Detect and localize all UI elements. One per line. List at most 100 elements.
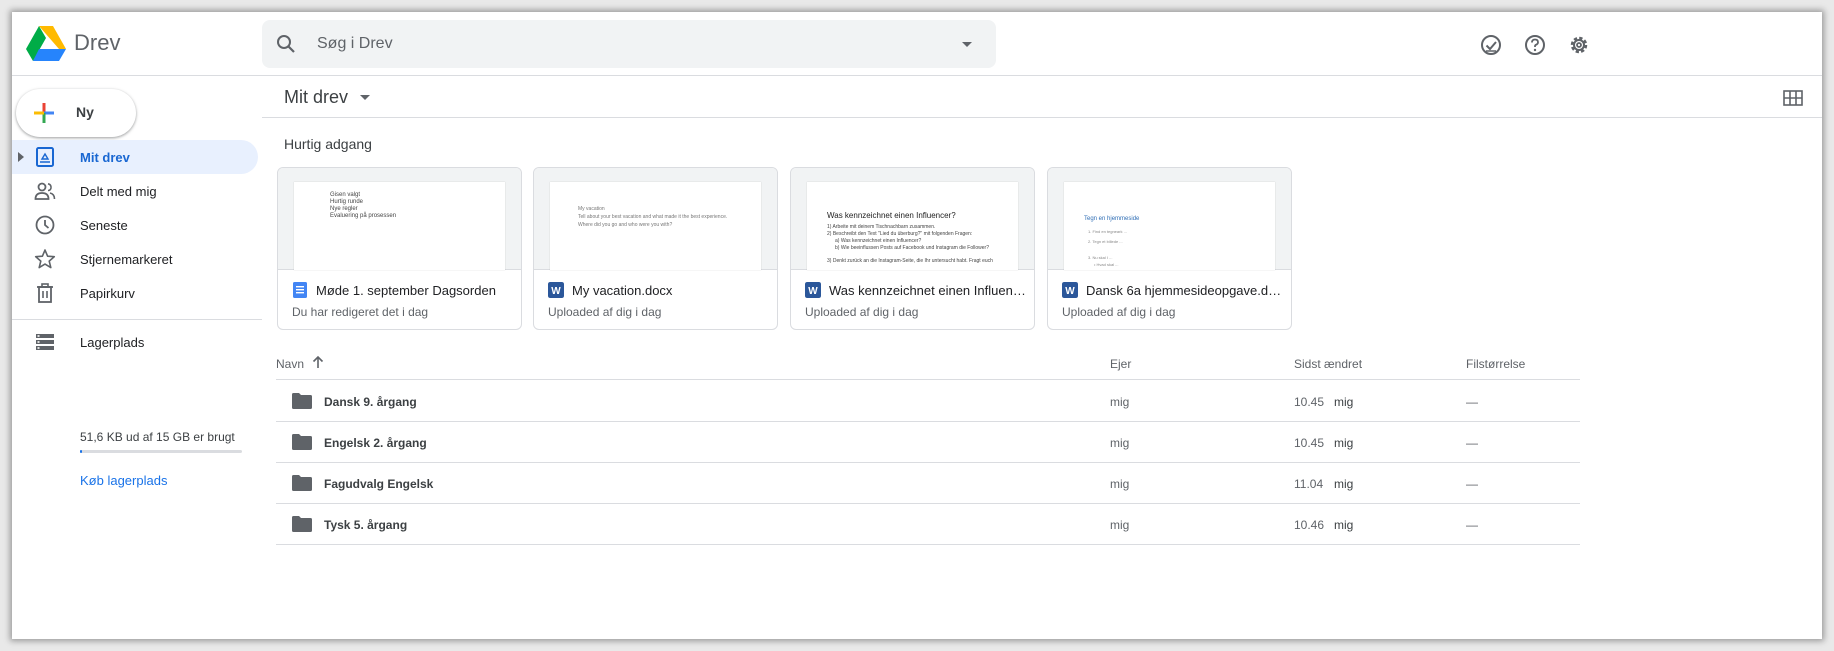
column-size-header[interactable]: Filstørrelse [1466, 357, 1525, 371]
card-thumbnail: Gisen valgt Hurtig runde Nye regler Eval… [278, 168, 521, 270]
column-modified-header[interactable]: Sidst ændret [1294, 357, 1362, 371]
offline-check-icon[interactable] [1478, 32, 1504, 58]
storage-usage-fill [80, 450, 82, 453]
row-modified-time: 10.45 [1294, 395, 1325, 409]
help-icon[interactable] [1522, 32, 1548, 58]
quick-access-card[interactable]: Was kennzeichnet einen Influencer? 1) Ar… [790, 167, 1035, 330]
card-file-name: Dansk 6a hjemmesideopgave.docx [1086, 283, 1286, 298]
card-file-name: Møde 1. september Dagsorden [316, 283, 496, 298]
folder-icon [292, 475, 312, 491]
preview-line: Hurtig runde [330, 199, 364, 205]
chevron-down-icon[interactable] [360, 95, 370, 100]
sort-arrow-up-icon[interactable] [311, 355, 325, 369]
word-doc-icon: W [805, 282, 821, 298]
new-button[interactable]: Ny [16, 89, 136, 137]
row-owner: mig [1110, 395, 1130, 409]
row-modified-time: 10.46 [1294, 518, 1325, 532]
doc-preview: Was kennzeichnet einen Influencer? 1) Ar… [807, 182, 1018, 270]
row-modified-time: 11.04 [1294, 477, 1324, 491]
search-icon[interactable] [274, 32, 298, 56]
card-subtitle: Uploaded af dig i dag [1062, 305, 1176, 319]
card-thumbnail: Tegn en hjemmeside 1. Find en tegneark .… [1048, 168, 1291, 270]
preview-line: 1. Find en tegneark ... [1088, 229, 1127, 234]
card-subtitle: Du har redigeret det i dag [292, 305, 429, 319]
row-name: Fagudvalg Engelsk [324, 477, 434, 491]
row-name: Engelsk 2. årgang [324, 436, 427, 450]
sidebar-item-storage[interactable]: Lagerplads [12, 325, 258, 359]
preview-line: 3. Nu skal I ... [1088, 255, 1113, 260]
sidebar-item-my-drive[interactable]: Mit drev [12, 140, 258, 174]
folder-icon [292, 393, 312, 409]
buy-storage-link[interactable]: Køb lagerplads [80, 473, 167, 488]
page-title[interactable]: Mit drev [284, 87, 348, 108]
preview-line: 2. Tegn et billede ... [1088, 239, 1123, 244]
sidebar-item-label: Seneste [80, 218, 128, 233]
sidebar-item-recent[interactable]: Seneste [12, 208, 258, 242]
card-file-name: Was kennzeichnet einen Influencer.d... [829, 283, 1029, 298]
sidebar-divider [12, 319, 262, 320]
word-doc-icon: W [1062, 282, 1078, 298]
quick-access-card[interactable]: Gisen valgt Hurtig runde Nye regler Eval… [277, 167, 522, 330]
row-owner: mig [1110, 518, 1130, 532]
preview-line: 3) Denkt zurück an die Instagram-Seite, … [827, 258, 993, 264]
storage-usage-text: 51,6 KB ud af 15 GB er brugt [80, 430, 235, 444]
preview-line: Tegn en hjemmeside [1084, 216, 1140, 222]
drive-logo-icon[interactable] [26, 26, 66, 62]
row-size: — [1466, 436, 1478, 450]
sidebar-item-label: Stjernemarkeret [80, 252, 173, 267]
card-thumbnail: Was kennzeichnet einen Influencer? 1) Ar… [791, 168, 1034, 270]
search-input[interactable] [317, 20, 877, 68]
table-row[interactable]: Tysk 5. årgang mig 10.46 mig — [276, 504, 1580, 545]
row-owner: mig [1110, 477, 1130, 491]
search-options-icon[interactable] [955, 32, 979, 56]
search-box[interactable] [262, 20, 996, 68]
drive-window: Drev Søg i Drev Ny Mit drev Delt med mig… [12, 12, 1822, 639]
preview-line: Where did you go and who were you with? [578, 222, 673, 228]
preview-line: Was kennzeichnet einen Influencer? [827, 211, 956, 220]
shared-people-icon [34, 182, 56, 200]
file-list-header: Navn Ejer Sidst ændret Filstørrelse [276, 354, 1580, 380]
breadcrumb: Mit drev [262, 76, 1822, 118]
quick-access-card[interactable]: My vacation Tell about your best vacatio… [533, 167, 778, 330]
sidebar-item-shared[interactable]: Delt med mig [12, 174, 258, 208]
table-row[interactable]: Fagudvalg Engelsk mig 11.04 mig — [276, 463, 1580, 504]
table-row[interactable]: Engelsk 2. årgang mig 10.45 mig — [276, 422, 1580, 463]
expand-arrow-icon[interactable] [18, 152, 24, 162]
new-button-label: Ny [76, 104, 94, 120]
sidebar-item-starred[interactable]: Stjernemarkeret [12, 242, 258, 276]
storage-label: Lagerplads [80, 335, 145, 350]
star-icon [34, 249, 56, 269]
preview-line: a) Was kennzeichnet einen Influencer? [835, 238, 922, 244]
app-name[interactable]: Drev [74, 30, 120, 56]
quick-access-card[interactable]: Tegn en hjemmeside 1. Find en tegneark .… [1047, 167, 1292, 330]
preview-line: Evaluering på prosessen [330, 213, 397, 219]
card-file-name: My vacation.docx [572, 283, 673, 298]
preview-line: Nye regler [330, 206, 358, 212]
table-row[interactable]: Dansk 9. årgang mig 10.45 mig — [276, 381, 1580, 422]
svg-text:W: W [1065, 286, 1075, 297]
folder-icon [292, 516, 312, 532]
card-subtitle: Uploaded af dig i dag [548, 305, 662, 319]
settings-icon[interactable] [1566, 32, 1592, 58]
top-bar: Drev [12, 12, 1822, 76]
storage-icon [36, 334, 54, 350]
sidebar-item-label: Mit drev [80, 150, 130, 165]
row-modified-time: 10.45 [1294, 436, 1325, 450]
sidebar-item-label: Papirkurv [80, 286, 135, 301]
column-name-header[interactable]: Navn [276, 357, 304, 371]
grid-view-icon[interactable] [1782, 87, 1804, 109]
preview-line: • Hvad skal ... [1094, 262, 1119, 267]
word-doc-icon: W [548, 282, 564, 298]
plus-icon [34, 103, 54, 123]
google-doc-icon [293, 282, 307, 298]
preview-line: 1) Arbeite mit deinem Tischnachbarn zusa… [827, 224, 936, 230]
preview-line: 2) Beschreibt den Text "Lied du überburg… [827, 231, 973, 237]
column-owner-header[interactable]: Ejer [1110, 357, 1131, 371]
my-drive-icon [36, 147, 54, 167]
row-size: — [1466, 395, 1478, 409]
preview-line: Tell about your best vacation and what m… [578, 214, 728, 220]
card-thumbnail: My vacation Tell about your best vacatio… [534, 168, 777, 270]
sidebar-item-trash[interactable]: Papirkurv [12, 276, 258, 310]
sidebar-item-label: Delt med mig [80, 184, 157, 199]
main-content: Mit drev Hurtig adgang Gisen valgt Hurti… [262, 76, 1822, 639]
